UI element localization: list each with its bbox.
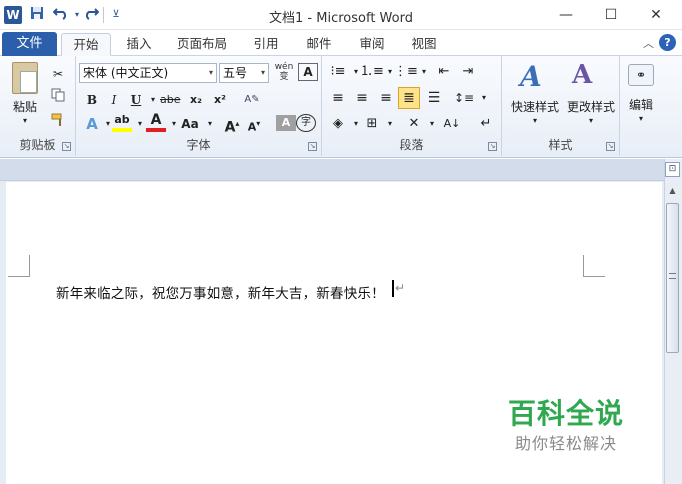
styles-group-label: 样式: [548, 138, 573, 152]
align-center-icon[interactable]: ≡: [352, 88, 372, 108]
bold-button[interactable]: B: [82, 90, 102, 110]
page-corner-mark-right: [583, 255, 605, 277]
borders-dropdown-icon[interactable]: ▾: [380, 114, 400, 134]
paste-icon[interactable]: [12, 62, 38, 94]
tab-references[interactable]: 引用: [244, 33, 288, 56]
tab-file[interactable]: 文件: [2, 32, 57, 56]
title-bar: W ▾ ⊻ 文档1 - Microsoft Word — ☐ ✕: [0, 0, 682, 30]
borders-icon[interactable]: ⊞: [362, 114, 382, 134]
ruler-strip: [0, 159, 664, 181]
chinese-layout-icon[interactable]: ✕: [404, 114, 424, 134]
character-shading-button[interactable]: A: [276, 115, 296, 131]
paste-button-label[interactable]: 粘贴: [4, 98, 46, 115]
bullets-icon[interactable]: ⁝≡: [328, 62, 348, 82]
copy-icon[interactable]: [48, 88, 68, 108]
editing-group: ⚭ 编辑 ▾: [620, 56, 682, 156]
tab-home[interactable]: 开始: [61, 33, 111, 56]
find-binoculars-icon[interactable]: ⚭: [628, 64, 654, 86]
paragraph-launcher-icon[interactable]: ↘: [488, 142, 497, 151]
align-left-icon[interactable]: ≡: [328, 88, 348, 108]
font-group: 宋体 (中文正文) ▾ 五号 ▾ wén 变 A B I U ▾ abe x₂ x…: [76, 56, 322, 156]
tab-page-layout[interactable]: 页面布局: [170, 33, 234, 56]
paste-dropdown-icon[interactable]: ▾: [4, 116, 46, 125]
chevron-down-icon: ▾: [208, 68, 213, 77]
grow-font-button[interactable]: A▴: [222, 114, 242, 136]
change-styles-icon[interactable]: A: [572, 60, 592, 90]
tab-mailings[interactable]: 邮件: [297, 33, 341, 56]
font-size-combo[interactable]: 五号 ▾: [219, 63, 269, 83]
decrease-indent-icon[interactable]: ⇤: [434, 62, 454, 82]
font-group-label: 字体: [186, 138, 211, 152]
justify-icon[interactable]: ≣: [398, 87, 420, 109]
clipboard-group: 粘贴 ▾ ✂ 剪贴板 ↘: [0, 56, 76, 156]
line-spacing-icon[interactable]: ↕≡: [454, 88, 474, 108]
watermark-subtitle: 助你轻松解决: [515, 434, 618, 453]
page-corner-mark-left: [8, 255, 30, 277]
document-text[interactable]: 新年来临之际，祝您万事如意，新年大吉，新春快乐！: [56, 282, 385, 302]
minimize-button[interactable]: —: [546, 3, 586, 27]
strikethrough-button[interactable]: abe: [160, 90, 181, 110]
change-styles-dropdown-icon[interactable]: ▾: [562, 116, 620, 125]
styles-launcher-icon[interactable]: ↘: [606, 142, 615, 151]
superscript-button[interactable]: x²: [210, 90, 230, 110]
tab-review[interactable]: 审阅: [350, 33, 394, 56]
view-ruler-icon[interactable]: ⊡: [665, 162, 680, 177]
paragraph-group: ⁝≡ ▾ ⒈≡ ▾ ⋮≡ ▾ ⇤ ⇥ ≡ ≡ ≡ ≣ ☰ ↕≡ ▾ ◈ ▾ ⊞ …: [322, 56, 502, 156]
shrink-font-button[interactable]: A▾: [244, 114, 264, 134]
distributed-icon[interactable]: ☰: [424, 88, 444, 108]
clipboard-launcher-icon[interactable]: ↘: [62, 142, 71, 151]
font-color-button[interactable]: A: [146, 112, 166, 132]
subscript-button[interactable]: x₂: [186, 90, 206, 110]
watermark-title: 百科全说: [508, 397, 625, 430]
styles-group: A A 快速样式 更改样式 ▾ ▾ 样式 ↘: [502, 56, 620, 156]
ribbon: 粘贴 ▾ ✂ 剪贴板 ↘ 宋体 (中文正文) ▾ 五号 ▾ wén 变 A B I…: [0, 56, 682, 158]
chevron-down-icon: ▾: [260, 68, 265, 77]
close-button[interactable]: ✕: [636, 3, 676, 27]
highlight-button[interactable]: ab: [112, 112, 132, 132]
clear-formatting-icon[interactable]: A✎: [242, 90, 262, 110]
font-launcher-icon[interactable]: ↘: [308, 142, 317, 151]
text-cursor: [392, 280, 394, 297]
cut-icon[interactable]: ✂: [48, 64, 68, 84]
quick-styles-icon[interactable]: A: [520, 60, 542, 93]
change-case-button[interactable]: Aa: [180, 114, 200, 134]
font-name-value: 宋体 (中文正文): [83, 66, 169, 80]
paragraph-group-label: 段落: [399, 138, 424, 152]
character-border-icon[interactable]: A: [298, 63, 318, 81]
enclose-characters-button[interactable]: 字: [296, 114, 316, 132]
paragraph-mark: ↵: [395, 281, 406, 295]
quick-styles-button[interactable]: 快速样式: [506, 98, 564, 115]
scroll-thumb-grip: [669, 273, 676, 279]
sort-icon[interactable]: A↓: [442, 114, 462, 134]
align-right-icon[interactable]: ≡: [376, 88, 396, 108]
font-size-value: 五号: [223, 66, 248, 80]
italic-button[interactable]: I: [104, 90, 124, 110]
format-painter-icon[interactable]: [48, 112, 68, 132]
chinese-layout-dropdown-icon[interactable]: ▾: [422, 114, 442, 134]
line-spacing-dropdown-icon[interactable]: ▾: [474, 88, 494, 108]
scroll-up-icon[interactable]: ▲: [665, 184, 680, 198]
phonetic-guide-icon[interactable]: wén 变: [274, 62, 294, 82]
tab-insert[interactable]: 插入: [117, 33, 161, 56]
collapse-ribbon-icon[interactable]: ︿: [643, 35, 654, 51]
editing-dropdown-icon[interactable]: ▾: [620, 114, 662, 123]
editing-button[interactable]: 编辑: [620, 96, 662, 113]
ribbon-tab-row: 文件 开始 插入 页面布局 引用 邮件 审阅 视图 ︿ ?: [0, 30, 682, 56]
quick-styles-dropdown-icon[interactable]: ▾: [506, 116, 564, 125]
maximize-button[interactable]: ☐: [591, 3, 631, 27]
increase-indent-icon[interactable]: ⇥: [458, 62, 478, 82]
multilevel-dropdown-icon[interactable]: ▾: [414, 62, 434, 82]
change-case-dropdown-icon[interactable]: ▾: [200, 114, 220, 134]
change-styles-button[interactable]: 更改样式: [562, 98, 620, 115]
font-name-combo[interactable]: 宋体 (中文正文) ▾: [79, 63, 217, 83]
tab-view[interactable]: 视图: [402, 33, 446, 56]
help-icon[interactable]: ?: [659, 34, 676, 51]
shading-icon[interactable]: ◈: [328, 114, 348, 134]
show-marks-icon[interactable]: ↵: [476, 114, 496, 134]
